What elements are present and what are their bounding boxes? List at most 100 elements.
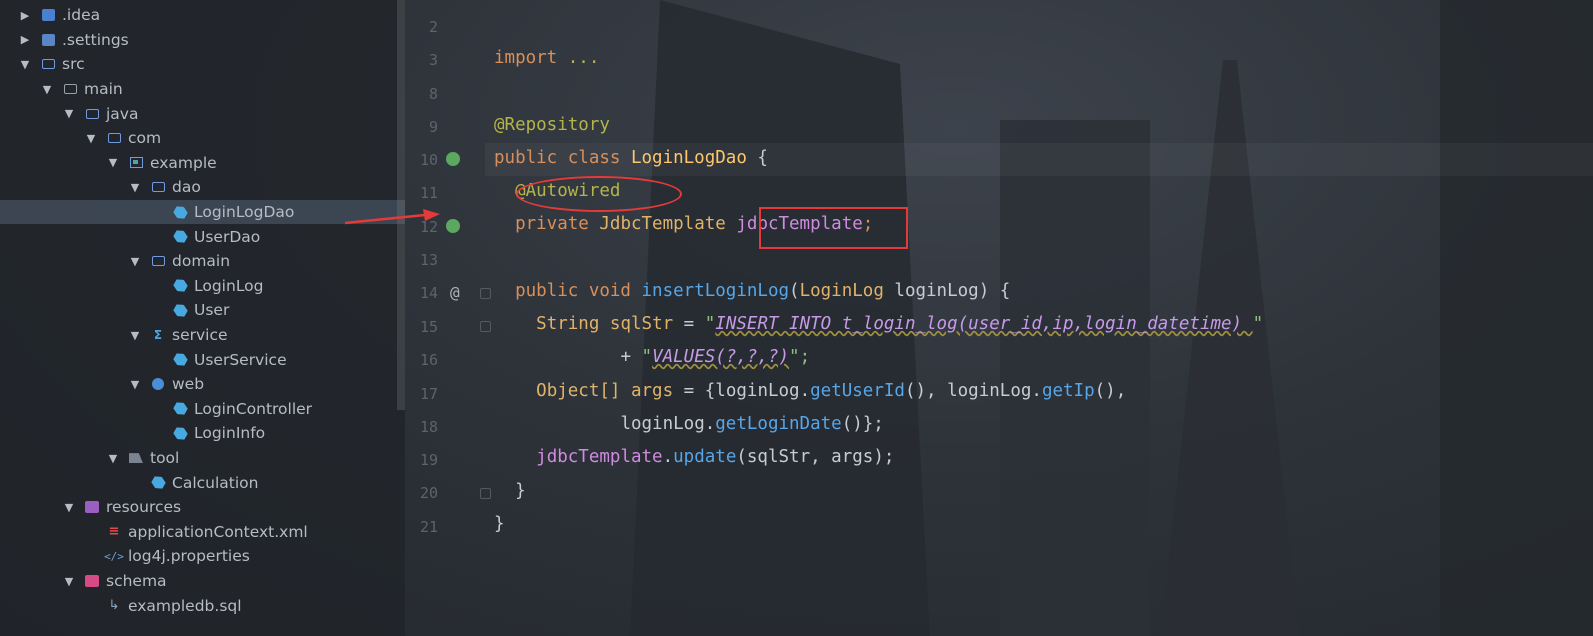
tree-item[interactable]: ▼ example [0, 151, 405, 176]
tree-item[interactable]: ▶ .settings [0, 28, 405, 53]
tree-item[interactable]: ▼ tool [0, 446, 405, 471]
java-class-icon [172, 402, 188, 416]
code-line-19: jdbcTemplate.update(sqlStr, args); [494, 447, 894, 467]
tree-item-label: src [62, 55, 85, 74]
collapse-arrow-icon[interactable]: ▼ [128, 255, 142, 268]
tree-item[interactable]: ▼ web [0, 372, 405, 397]
tree-item[interactable]: ▼ resources [0, 495, 405, 520]
line-number: 14 [419, 284, 438, 302]
tree-item[interactable]: ▼ dao [0, 175, 405, 200]
code-line-15: String sqlStr = "INSERT INTO t_login_log… [494, 314, 1263, 334]
string-type: String [536, 314, 610, 334]
collapse-arrow-icon[interactable]: ▼ [40, 83, 54, 96]
fold-marker-icon[interactable] [480, 488, 491, 499]
tree-item-label: .settings [62, 30, 129, 49]
web-package-icon [150, 377, 166, 391]
brace: } [515, 481, 526, 501]
repository-annotation: @Repository [494, 115, 610, 135]
folded-imports[interactable]: ... [557, 48, 600, 68]
tree-item[interactable]: ▶</>log4j.properties [0, 544, 405, 569]
tree-item-label: tool [150, 449, 180, 468]
quote: " [641, 347, 653, 367]
annotation-at-gutter-icon[interactable]: @ [450, 283, 460, 302]
sql-file-icon: ↳ [108, 598, 120, 614]
tree-item[interactable]: ▼ domain [0, 249, 405, 274]
java-class-icon [172, 426, 188, 440]
login-log-ref: loginLog. [715, 381, 811, 401]
operator: + [620, 347, 642, 367]
tree-item[interactable]: ▶≡applicationContext.xml [0, 520, 405, 545]
tree-item[interactable]: ▶User [0, 298, 405, 323]
collapse-arrow-icon[interactable]: ▼ [128, 181, 142, 194]
collapse-arrow-icon[interactable]: ▼ [84, 132, 98, 145]
tree-item-label: dao [172, 178, 201, 197]
folder-icon [62, 82, 78, 96]
tree-item-label: .idea [62, 6, 101, 25]
tree-item-label: LoginLogDao [194, 203, 295, 222]
tree-item[interactable]: ▶UserDao [0, 224, 405, 249]
sidebar-scrollbar[interactable] [397, 0, 405, 410]
tree-item-label: User [194, 301, 230, 320]
tree-item-label: UserService [194, 350, 287, 369]
tree-item[interactable]: ▶UserService [0, 347, 405, 372]
fold-marker-icon[interactable] [480, 288, 491, 299]
tree-item[interactable]: ▼ schema [0, 569, 405, 594]
tree-item-label: applicationContext.xml [128, 522, 308, 541]
project-tree-panel: ▶ .idea ▶ .settings ▼ src ▼ main ▼ java ▼ com ▼ examp… [0, 0, 405, 636]
line-number: 17 [419, 385, 438, 403]
tree-item-label: web [172, 375, 205, 394]
line-number: 18 [419, 418, 438, 436]
brace: { [746, 148, 768, 168]
implemented-class-gutter-icon[interactable] [446, 152, 460, 166]
expand-arrow-icon[interactable]: ▶ [18, 9, 32, 22]
tree-item[interactable]: ▼ main [0, 77, 405, 102]
tree-item[interactable]: ▶↳exampledb.sql [0, 593, 405, 618]
line-number: 2 [428, 18, 438, 36]
tree-item[interactable]: ▶LoginInfo [0, 421, 405, 446]
collapse-arrow-icon[interactable]: ▼ [128, 378, 142, 391]
collapse-arrow-icon[interactable]: ▼ [62, 575, 76, 588]
line-number: 8 [428, 85, 438, 103]
fold-marker-icon[interactable] [480, 321, 491, 332]
login-log-ref: loginLog. [947, 381, 1042, 401]
get-login-date-call: getLoginDate [715, 414, 842, 434]
collapse-arrow-icon[interactable]: ▼ [62, 107, 76, 120]
line-number: 10 [419, 151, 438, 169]
get-user-id-call: getUserId [810, 381, 905, 401]
collapse-arrow-icon[interactable]: ▼ [62, 501, 76, 514]
code-line-18: loginLog.getLoginDate()}; [494, 414, 883, 434]
code-line-16: + "VALUES(?,?,?)"; [494, 347, 810, 367]
tree-item[interactable]: ▶ .idea [0, 3, 405, 28]
tree-item[interactable]: ▼ Σservice [0, 323, 405, 348]
sql-var: sqlStr [609, 314, 674, 334]
package-folder-icon [106, 131, 122, 145]
import-keyword: import [494, 48, 558, 68]
source-root-icon [40, 57, 56, 71]
tree-item-label: UserDao [194, 227, 261, 246]
tree-item[interactable]: ▶LoginController [0, 397, 405, 422]
code-line-21: } [494, 514, 505, 534]
jdbc-template-highlight-box [759, 207, 908, 249]
collapse-arrow-icon[interactable]: ▼ [128, 329, 142, 342]
get-ip-call: getIp [1041, 381, 1095, 401]
tree-item[interactable]: ▶Calculation [0, 470, 405, 495]
expand-arrow-icon[interactable]: ▶ [18, 33, 32, 46]
collapse-arrow-icon[interactable]: ▼ [18, 58, 32, 71]
line-number: 13 [419, 251, 438, 269]
collapse-arrow-icon[interactable]: ▼ [106, 452, 120, 465]
code-line-9: @Repository [494, 115, 610, 135]
tree-item-label: Calculation [172, 473, 259, 492]
tree-item-label: resources [106, 498, 182, 517]
tree-item[interactable]: ▼ src [0, 52, 405, 77]
tree-item[interactable]: ▼ java [0, 101, 405, 126]
tree-item[interactable]: ▶LoginLog [0, 274, 405, 299]
param-name: loginLog [883, 281, 979, 301]
bean-injection-gutter-icon[interactable] [446, 219, 460, 233]
package-folder-icon [150, 180, 166, 194]
login-log-ref: loginLog. [620, 414, 716, 434]
paren: ( [789, 281, 800, 301]
tree-item[interactable]: ▼ com [0, 126, 405, 151]
source-folder-icon [84, 107, 100, 121]
collapse-arrow-icon[interactable]: ▼ [106, 156, 120, 169]
idea-folder-icon [40, 8, 56, 22]
